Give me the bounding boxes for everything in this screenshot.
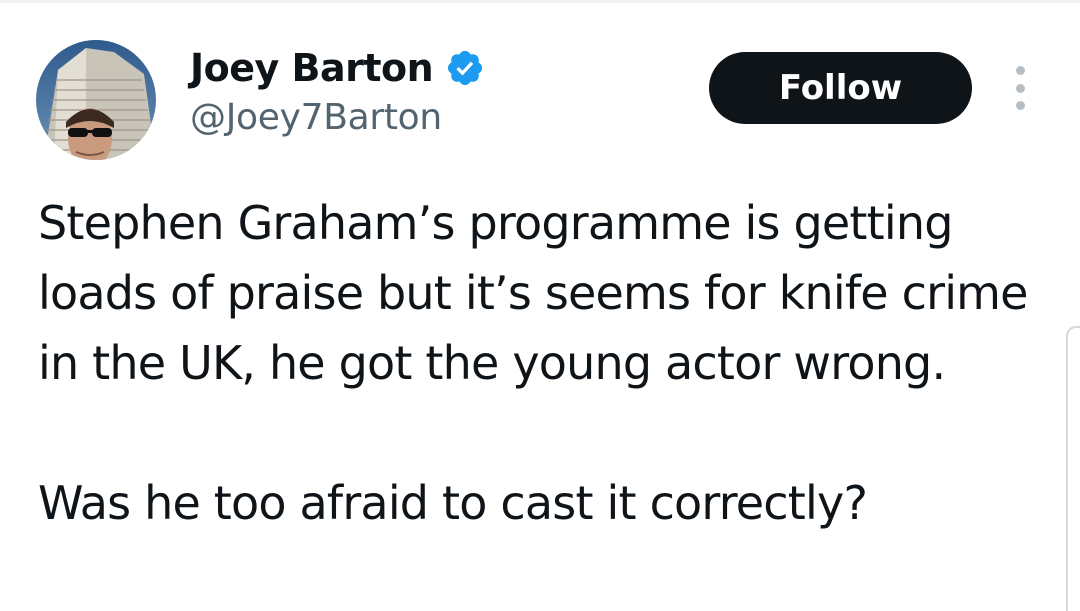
more-options-icon[interactable] [1006,66,1034,110]
author-handle[interactable]: @Joey7Barton [190,97,442,138]
scrollbar-edge[interactable] [1066,326,1080,611]
follow-button[interactable]: Follow [709,52,972,124]
dot-icon [1015,101,1025,110]
avatar[interactable] [36,40,156,160]
tweet-body: Stephen Graham’s programme is getting lo… [38,188,1048,538]
tweet-paragraph: Stephen Graham’s programme is getting lo… [38,196,1029,390]
top-divider [0,0,1080,3]
author-name-row: Joey Barton [190,42,485,94]
verified-badge-icon[interactable] [445,48,485,88]
dot-icon [1015,83,1025,93]
tweet-paragraph: Was he too afraid to cast it correctly? [38,476,868,530]
profile-photo [36,40,156,160]
author-display-name[interactable]: Joey Barton [190,46,434,90]
dot-icon [1015,66,1025,75]
